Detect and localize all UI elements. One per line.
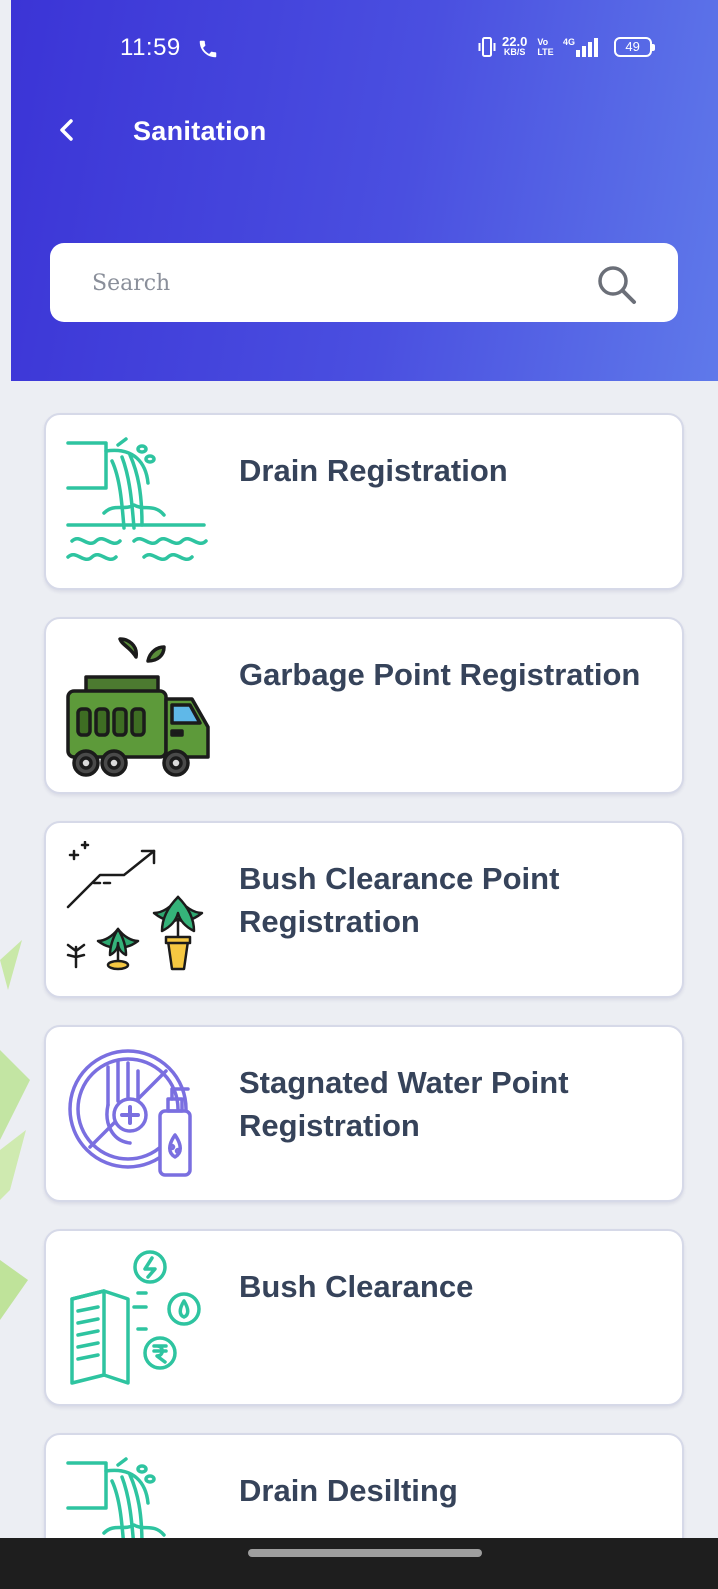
card-bush-clearance[interactable]: Bush Clearance (44, 1229, 684, 1406)
battery-indicator: 49 (613, 37, 655, 57)
search-input[interactable] (90, 243, 574, 324)
drain-outlet-icon (66, 437, 208, 561)
volte-bottom: LTE (537, 47, 554, 57)
background-leaf-decoration (0, 940, 30, 1320)
card-bush-clearance-point-registration[interactable]: Bush Clearance Point Registration (44, 821, 684, 998)
card-label: Drain Desilting (239, 1473, 458, 1508)
search-icon[interactable] (594, 262, 638, 306)
status-time: 11:59 (120, 34, 181, 61)
card-garbage-point-registration[interactable]: Garbage Point Registration (44, 617, 684, 794)
card-label: Stagnated Water Point Registration (239, 1065, 569, 1143)
card-drain-registration[interactable]: Drain Registration (44, 413, 684, 590)
back-button[interactable] (52, 112, 84, 148)
signal-strength-icon: 4G (563, 37, 598, 57)
hand-sanitizer-icon (68, 1049, 192, 1177)
volte-top: Vo (537, 37, 549, 47)
volte-indicator: Vo LTE (537, 37, 553, 57)
garbage-truck-icon (66, 637, 210, 777)
card-label: Bush Clearance Point Registration (239, 861, 560, 939)
screen: 11:59 22.0 KB/S Vo LTE 4G 49 Sanitation … (0, 0, 718, 1589)
card-stagnated-water-point-registration[interactable]: Stagnated Water Point Registration (44, 1025, 684, 1202)
card-label: Bush Clearance (239, 1269, 474, 1304)
status-indicators: 22.0 KB/S Vo LTE 4G 49 (478, 34, 655, 58)
page-title: Sanitation (133, 116, 267, 146)
network-type: 4G (563, 37, 575, 47)
net-speed-value: 22.0 (502, 34, 528, 49)
status-bar: 11:59 22.0 KB/S Vo LTE 4G 49 (0, 0, 718, 100)
phone-call-icon (199, 40, 217, 58)
net-speed: 22.0 KB/S (502, 34, 528, 58)
system-navigation-bar (0, 1538, 718, 1589)
vibrate-icon (478, 37, 496, 57)
plants-growth-icon (66, 841, 204, 971)
card-label: Garbage Point Registration (239, 657, 641, 692)
net-speed-unit: KB/S (503, 47, 526, 57)
card-label: Drain Registration (239, 453, 508, 488)
book-resources-icon (70, 1250, 201, 1385)
chevron-left-icon (60, 119, 73, 141)
sanitation-menu-list: Drain Registration Garbage Point Registr… (44, 413, 684, 1589)
search-bar[interactable] (50, 243, 678, 324)
home-gesture-handle[interactable] (248, 1549, 482, 1557)
